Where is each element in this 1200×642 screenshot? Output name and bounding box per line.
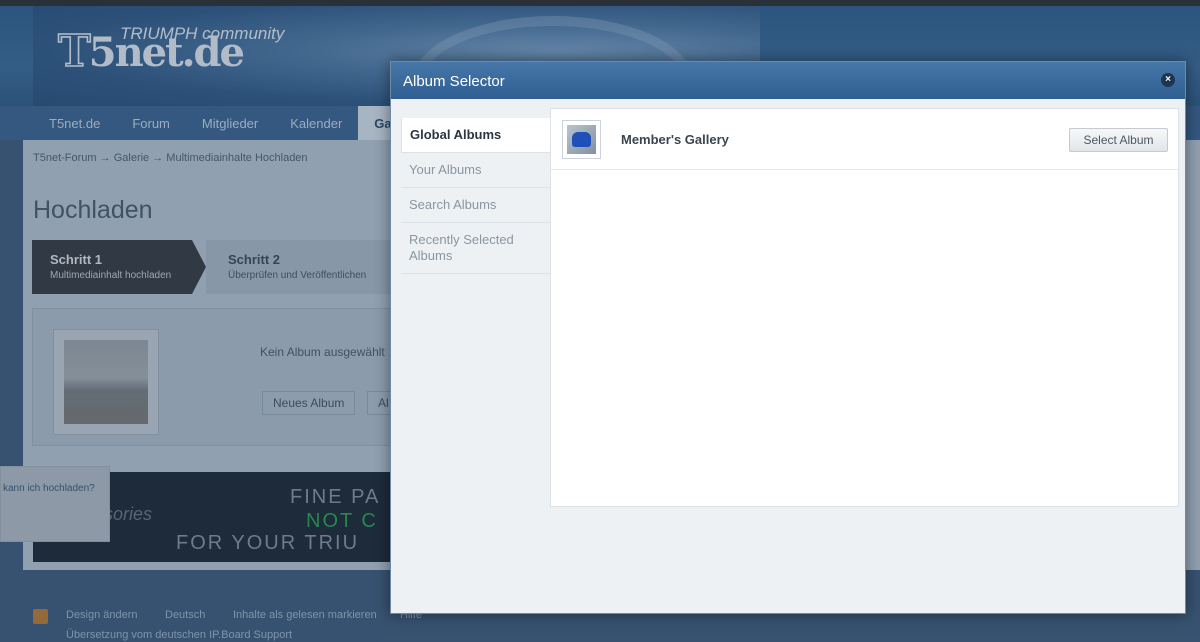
list-item: Member's Gallery Select Album [551, 109, 1178, 170]
tab-search-albums[interactable]: Search Albums [401, 188, 550, 223]
modal-title: Album Selector [403, 73, 505, 90]
tab-recently-selected[interactable]: Recently Selected Albums [401, 223, 550, 274]
album-selector-modal: Album Selector × Global Albums Your Albu… [390, 61, 1186, 614]
album-name: Member's Gallery [621, 132, 729, 147]
modal-header: Album Selector × [391, 62, 1185, 99]
tab-global-albums[interactable]: Global Albums [401, 118, 550, 153]
tab-your-albums[interactable]: Your Albums [401, 153, 550, 188]
motorcycle-image [567, 125, 596, 154]
album-thumbnail [562, 120, 601, 159]
select-album-button[interactable]: Select Album [1069, 128, 1168, 152]
album-tabs: Global Albums Your Albums Search Albums … [401, 118, 550, 274]
close-icon[interactable]: × [1161, 73, 1175, 87]
album-list-panel: Member's Gallery Select Album [550, 108, 1179, 507]
